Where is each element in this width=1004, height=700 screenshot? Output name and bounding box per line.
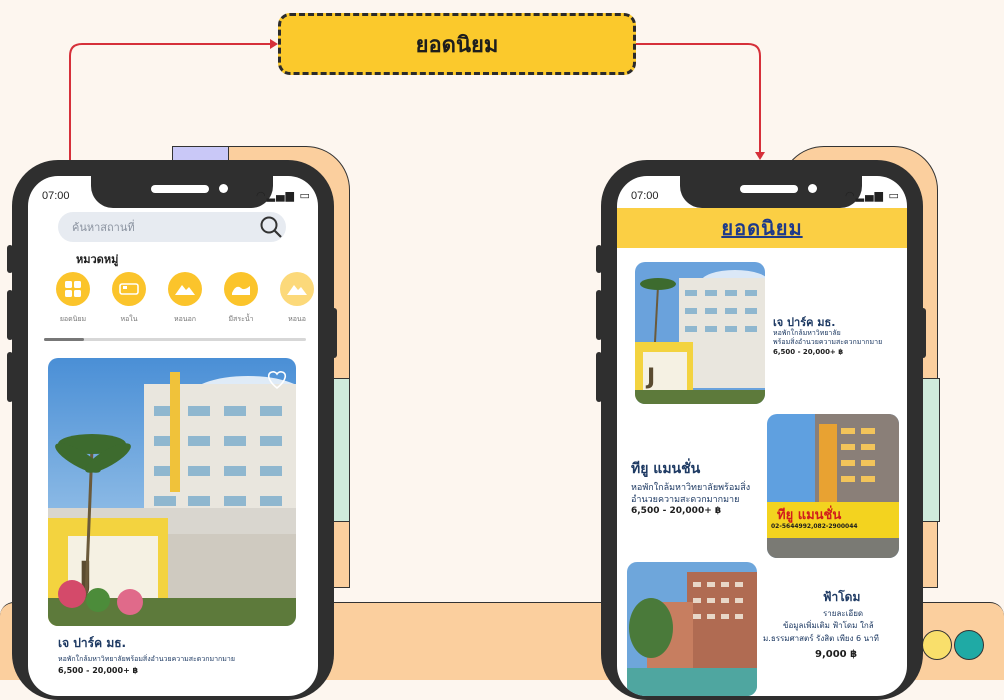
item-1-image[interactable]: J (635, 262, 765, 404)
category-item-popular[interactable]: ยอดนิยม (48, 272, 98, 325)
category-row: ยอดนิยม หอใน หอนอก มีสระน้ำ หอนอ (48, 272, 318, 332)
arrowhead-left (270, 39, 278, 49)
svg-text:J: J (645, 365, 655, 390)
building-photo: J (635, 262, 765, 404)
item-3-desc-3: ม.ธรรมศาสตร์ รังสิต เพียง 6 นาที (763, 634, 879, 643)
right-phone: ยอดนิยม 07:00 ◠▂▄▆ ▭ J เจ ปาร์ค มธ. หอพั… (601, 160, 923, 700)
arrow-right (636, 43, 761, 154)
card-image[interactable]: J (48, 358, 296, 626)
item-2-image[interactable]: ทียู แมนชั่น 02-5644992,082-2900044 (767, 414, 899, 558)
category-item-outer-dorm[interactable]: หอนอก (160, 272, 210, 325)
category-label: มีสระน้ำ (228, 315, 254, 323)
category-item-pool[interactable]: มีสระน้ำ (216, 272, 266, 325)
item-2-image-ground (767, 538, 899, 558)
item-2-sign-phone: 02-5644992,082-2900044 (771, 523, 858, 530)
building-photo (627, 562, 757, 696)
category-scroll-thumb[interactable] (44, 338, 84, 341)
status-time: 07:00 (42, 190, 70, 202)
card-description: หอพักใกล้มหาวิทยาลัยพร้อมสิ่งอำนวยความสะ… (58, 655, 235, 663)
status-time: 07:00 (631, 190, 659, 202)
item-2-desc-2: อำนวยความสะดวกมากมาย (631, 495, 740, 505)
arrowhead-right (755, 152, 765, 160)
category-label: หอนอ (288, 315, 306, 323)
battery-icon: ▭ (888, 189, 900, 202)
bed-icon (112, 272, 146, 306)
item-3-image[interactable] (627, 562, 757, 696)
item-2-sign-text: ทียู แมนชั่น (777, 508, 842, 523)
wifi-icon: ◠ (256, 189, 267, 202)
popular-title: ยอดนิยม (721, 216, 803, 240)
search-input[interactable]: ค้นหาสถานที่ (72, 218, 256, 236)
mountain-icon (280, 272, 314, 306)
search-bar[interactable]: ค้นหาสถานที่ (58, 212, 286, 242)
building-photo (767, 414, 899, 558)
wifi-icon: ◠ (845, 189, 856, 202)
right-phone-screen: ยอดนิยม 07:00 ◠▂▄▆ ▭ J เจ ปาร์ค มธ. หอพั… (617, 176, 907, 696)
search-icon[interactable] (256, 212, 286, 242)
item-1-price: 6,500 - 20,000+ ฿ (773, 348, 844, 356)
status-icons: ◠▂▄▆ ▭ (845, 189, 900, 202)
heart-icon[interactable] (266, 370, 288, 390)
left-phone-screen: 07:00 ◠▂▄▆ ▭ ค้นหาสถานที่ หมวดหมู่ ยอดนิ… (28, 176, 318, 696)
category-heading: หมวดหมู่ (76, 253, 119, 266)
building-photo: J (48, 358, 296, 626)
item-1-desc-2: พร้อมสิ่งอำนวยความสะดวกมากมาย (773, 338, 883, 346)
category-item-partial[interactable]: หอนอ (272, 272, 318, 325)
item-2-title[interactable]: ทียู แมนชั่น (631, 458, 700, 480)
right-phone-notch (680, 176, 862, 208)
flow-label: ยอดนิยม (415, 32, 499, 58)
item-2-price: 6,500 - 20,000+ ฿ (631, 506, 722, 516)
signal-icon: ▂▄▆ (855, 189, 884, 202)
card-title[interactable]: เจ ปาร์ค มธ. (58, 634, 126, 653)
left-phone: 07:00 ◠▂▄▆ ▭ ค้นหาสถานที่ หมวดหมู่ ยอดนิ… (12, 160, 334, 700)
signal-icon: ▂▄▆ (266, 189, 295, 202)
item-3-desc-2: ข้อมูลเพิ่มเติม ฟ้าโดม ใกล้ (783, 621, 874, 630)
category-label: หอใน (120, 315, 138, 323)
category-item-inner-dorm[interactable]: หอใน (104, 272, 154, 325)
wave-icon (224, 272, 258, 306)
grid-icon (56, 272, 90, 306)
left-phone-notch (91, 176, 273, 208)
card-price: 6,500 - 20,000+ ฿ (58, 666, 139, 675)
item-3-price: 9,000 ฿ (815, 649, 858, 660)
status-icons: ◠▂▄▆ ▭ (256, 189, 311, 202)
item-3-title[interactable]: ฟ้าโดม (823, 588, 860, 607)
popular-header: ยอดนิยม (617, 208, 907, 248)
category-scrollbar[interactable] (44, 338, 306, 341)
category-label: หอนอก (173, 315, 197, 323)
battery-icon: ▭ (299, 189, 311, 202)
category-label: ยอดนิยม (59, 315, 87, 323)
mountain-icon (168, 272, 202, 306)
flow-label-box: ยอดนิยม (278, 13, 636, 75)
